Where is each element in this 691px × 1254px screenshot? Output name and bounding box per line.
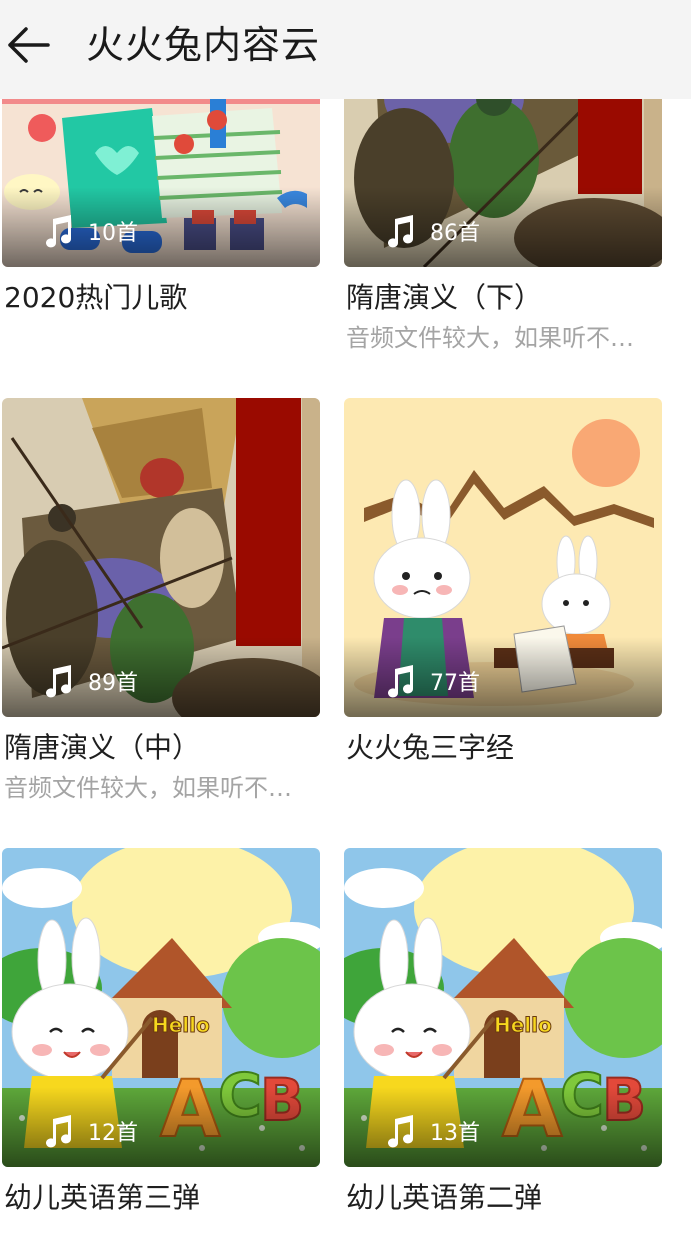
album-cover[interactable]: 77首 (344, 398, 662, 717)
album-title[interactable]: 幼儿英语第二弹 (346, 1180, 542, 1216)
album-title[interactable]: 火火兔三字经 (346, 730, 514, 766)
album-cover[interactable]: 89首 (2, 398, 320, 717)
track-count-text: 86首 (430, 221, 480, 246)
track-count-text: 13首 (430, 1121, 480, 1146)
album-title[interactable]: 隋唐演义（中） (4, 730, 200, 766)
track-count: 89首 (40, 661, 138, 701)
track-count: 13首 (382, 1111, 480, 1151)
album-title[interactable]: 幼儿英语第三弹 (4, 1180, 200, 1216)
app-header: 火火兔内容云 (0, 0, 691, 99)
music-note-icon (46, 1115, 71, 1148)
album-subtitle: 音频文件较大，如果听不… (4, 774, 292, 802)
music-note-icon (388, 1115, 413, 1148)
album-title[interactable]: 隋唐演义（下） (346, 280, 542, 316)
music-note-icon (46, 665, 71, 698)
album-cover[interactable]: Hello A C B 12首 (2, 848, 320, 1167)
track-count: 12首 (40, 1111, 138, 1151)
back-button[interactable] (4, 20, 54, 70)
album-cover[interactable]: Hello A C B 13首 (344, 848, 662, 1167)
album-card[interactable]: Hello A C B 12首 幼儿英语第三弹 (2, 848, 320, 1214)
music-note-icon (46, 215, 71, 248)
arrow-left-icon (8, 27, 50, 63)
track-count: 77首 (382, 661, 480, 701)
track-count-text: 89首 (88, 671, 138, 696)
page-title: 火火兔内容云 (86, 23, 321, 67)
hello-text: Hello (152, 1013, 210, 1037)
album-card[interactable]: 89首 隋唐演义（中） 音频文件较大，如果听不… (2, 398, 320, 802)
music-note-icon (388, 665, 413, 698)
track-count-text: 10首 (88, 221, 138, 246)
music-note-icon (388, 215, 413, 248)
hello-text: Hello (494, 1013, 552, 1037)
album-title[interactable]: 2020热门儿歌 (4, 280, 187, 316)
album-card[interactable]: Hello A C B 13首 幼儿英语第二弹 (344, 848, 662, 1214)
album-grid: 10首 2020热门儿歌 86首 隋唐演义（下） 音频文件较大，如果听不… 89… (0, 0, 691, 1254)
track-count: 86首 (382, 211, 480, 251)
album-card[interactable]: 77首 火火兔三字经 (344, 398, 662, 764)
track-count: 10首 (40, 211, 138, 251)
track-count-text: 77首 (430, 671, 480, 696)
track-count-text: 12首 (88, 1121, 138, 1146)
album-subtitle: 音频文件较大，如果听不… (346, 324, 634, 352)
